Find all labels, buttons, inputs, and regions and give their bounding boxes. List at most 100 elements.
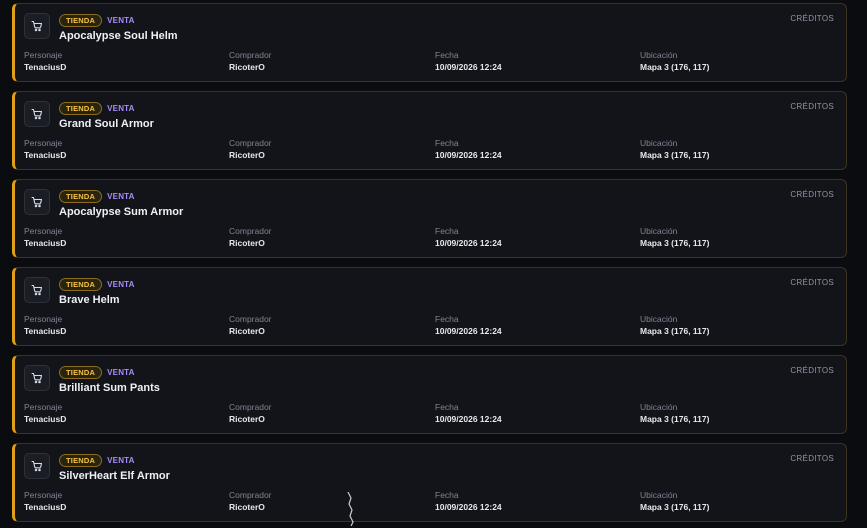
field-label: Personaje — [24, 490, 63, 500]
field-personaje: Personaje TenaciusD — [24, 138, 66, 161]
transaction-type-label: VENTA — [107, 280, 135, 289]
transaction-card[interactable]: TIENDA VENTA Grand Soul Armor CRÉDITOS P… — [12, 91, 847, 170]
field-personaje: Personaje TenaciusD — [24, 490, 66, 513]
field-comprador: Comprador RicoterO — [229, 138, 272, 161]
badge-group: TIENDA VENTA — [59, 278, 135, 291]
cart-icon — [31, 196, 43, 208]
field-label: Personaje — [24, 138, 63, 148]
field-label: Fecha — [435, 138, 459, 148]
item-name: Grand Soul Armor — [59, 118, 154, 130]
field-label: Ubicación — [640, 50, 678, 60]
badge-group: TIENDA VENTA — [59, 14, 135, 27]
item-name: Brilliant Sum Pants — [59, 382, 160, 394]
cart-icon — [31, 460, 43, 472]
field-label: Comprador — [229, 226, 272, 236]
item-icon-box — [24, 13, 50, 39]
currency-label: CRÉDITOS — [790, 278, 834, 287]
field-fecha: Fecha 10/09/2026 12:24 — [435, 490, 502, 513]
transaction-type-label: VENTA — [107, 104, 135, 113]
store-badge: TIENDA — [59, 14, 103, 27]
store-badge: TIENDA — [59, 278, 103, 291]
location-value: Mapa 3 (176, 117) — [640, 238, 710, 248]
field-comprador: Comprador RicoterO — [229, 490, 272, 513]
field-ubicacion: Ubicación Mapa 3 (176, 117) — [640, 490, 709, 513]
transaction-type-label: VENTA — [107, 16, 135, 25]
transaction-list: TIENDA VENTA Apocalypse Soul Helm CRÉDIT… — [0, 0, 867, 522]
badge-group: TIENDA VENTA — [59, 454, 135, 467]
field-label: Comprador — [229, 314, 272, 324]
date-value: 10/09/2026 12:24 — [435, 326, 502, 336]
item-icon-box — [24, 189, 50, 215]
field-label: Personaje — [24, 402, 63, 412]
location-value: Mapa 3 (176, 117) — [640, 326, 710, 336]
field-comprador: Comprador RicoterO — [229, 402, 272, 425]
field-label: Comprador — [229, 402, 272, 412]
item-icon-box — [24, 453, 50, 479]
field-label: Personaje — [24, 314, 63, 324]
field-label: Ubicación — [640, 490, 678, 500]
character-value: TenaciusD — [24, 238, 67, 248]
field-label: Ubicación — [640, 314, 678, 324]
field-label: Fecha — [435, 402, 459, 412]
field-label: Personaje — [24, 226, 63, 236]
field-ubicacion: Ubicación Mapa 3 (176, 117) — [640, 314, 709, 337]
field-comprador: Comprador RicoterO — [229, 50, 272, 73]
currency-label: CRÉDITOS — [790, 366, 834, 375]
currency-label: CRÉDITOS — [790, 190, 834, 199]
buyer-value: RicoterO — [229, 502, 265, 512]
location-value: Mapa 3 (176, 117) — [640, 502, 710, 512]
buyer-value: RicoterO — [229, 414, 265, 424]
store-badge: TIENDA — [59, 454, 103, 467]
field-personaje: Personaje TenaciusD — [24, 402, 66, 425]
field-fecha: Fecha 10/09/2026 12:24 — [435, 402, 502, 425]
badge-group: TIENDA VENTA — [59, 190, 135, 203]
character-value: TenaciusD — [24, 414, 67, 424]
field-label: Ubicación — [640, 138, 678, 148]
item-icon-box — [24, 277, 50, 303]
buyer-value: RicoterO — [229, 326, 265, 336]
transaction-card[interactable]: TIENDA VENTA SilverHeart Elf Armor CRÉDI… — [12, 443, 847, 522]
cart-icon — [31, 372, 43, 384]
store-badge: TIENDA — [59, 190, 103, 203]
character-value: TenaciusD — [24, 502, 67, 512]
field-comprador: Comprador RicoterO — [229, 226, 272, 249]
date-value: 10/09/2026 12:24 — [435, 238, 502, 248]
date-value: 10/09/2026 12:24 — [435, 502, 502, 512]
field-personaje: Personaje TenaciusD — [24, 226, 66, 249]
cart-icon — [31, 108, 43, 120]
field-comprador: Comprador RicoterO — [229, 314, 272, 337]
location-value: Mapa 3 (176, 117) — [640, 150, 710, 160]
item-icon-box — [24, 101, 50, 127]
buyer-value: RicoterO — [229, 238, 265, 248]
cart-icon — [31, 20, 43, 32]
currency-label: CRÉDITOS — [790, 14, 834, 23]
item-name: Brave Helm — [59, 294, 120, 306]
transaction-card[interactable]: TIENDA VENTA Brave Helm CRÉDITOS Persona… — [12, 267, 847, 346]
badge-group: TIENDA VENTA — [59, 102, 135, 115]
field-label: Personaje — [24, 50, 63, 60]
field-label: Fecha — [435, 314, 459, 324]
field-ubicacion: Ubicación Mapa 3 (176, 117) — [640, 138, 709, 161]
store-badge: TIENDA — [59, 366, 103, 379]
transaction-type-label: VENTA — [107, 456, 135, 465]
transaction-card[interactable]: TIENDA VENTA Apocalypse Soul Helm CRÉDIT… — [12, 3, 847, 82]
character-value: TenaciusD — [24, 150, 67, 160]
character-value: TenaciusD — [24, 62, 67, 72]
item-icon-box — [24, 365, 50, 391]
transaction-card[interactable]: TIENDA VENTA Brilliant Sum Pants CRÉDITO… — [12, 355, 847, 434]
field-fecha: Fecha 10/09/2026 12:24 — [435, 226, 502, 249]
cursor-artifact — [347, 492, 354, 526]
field-fecha: Fecha 10/09/2026 12:24 — [435, 138, 502, 161]
currency-label: CRÉDITOS — [790, 454, 834, 463]
transaction-card[interactable]: TIENDA VENTA Apocalypse Sum Armor CRÉDIT… — [12, 179, 847, 258]
location-value: Mapa 3 (176, 117) — [640, 414, 710, 424]
field-ubicacion: Ubicación Mapa 3 (176, 117) — [640, 402, 709, 425]
buyer-value: RicoterO — [229, 150, 265, 160]
date-value: 10/09/2026 12:24 — [435, 150, 502, 160]
field-personaje: Personaje TenaciusD — [24, 50, 66, 73]
item-name: Apocalypse Sum Armor — [59, 206, 184, 218]
item-name: Apocalypse Soul Helm — [59, 30, 178, 42]
field-label: Fecha — [435, 50, 459, 60]
currency-label: CRÉDITOS — [790, 102, 834, 111]
store-badge: TIENDA — [59, 102, 103, 115]
